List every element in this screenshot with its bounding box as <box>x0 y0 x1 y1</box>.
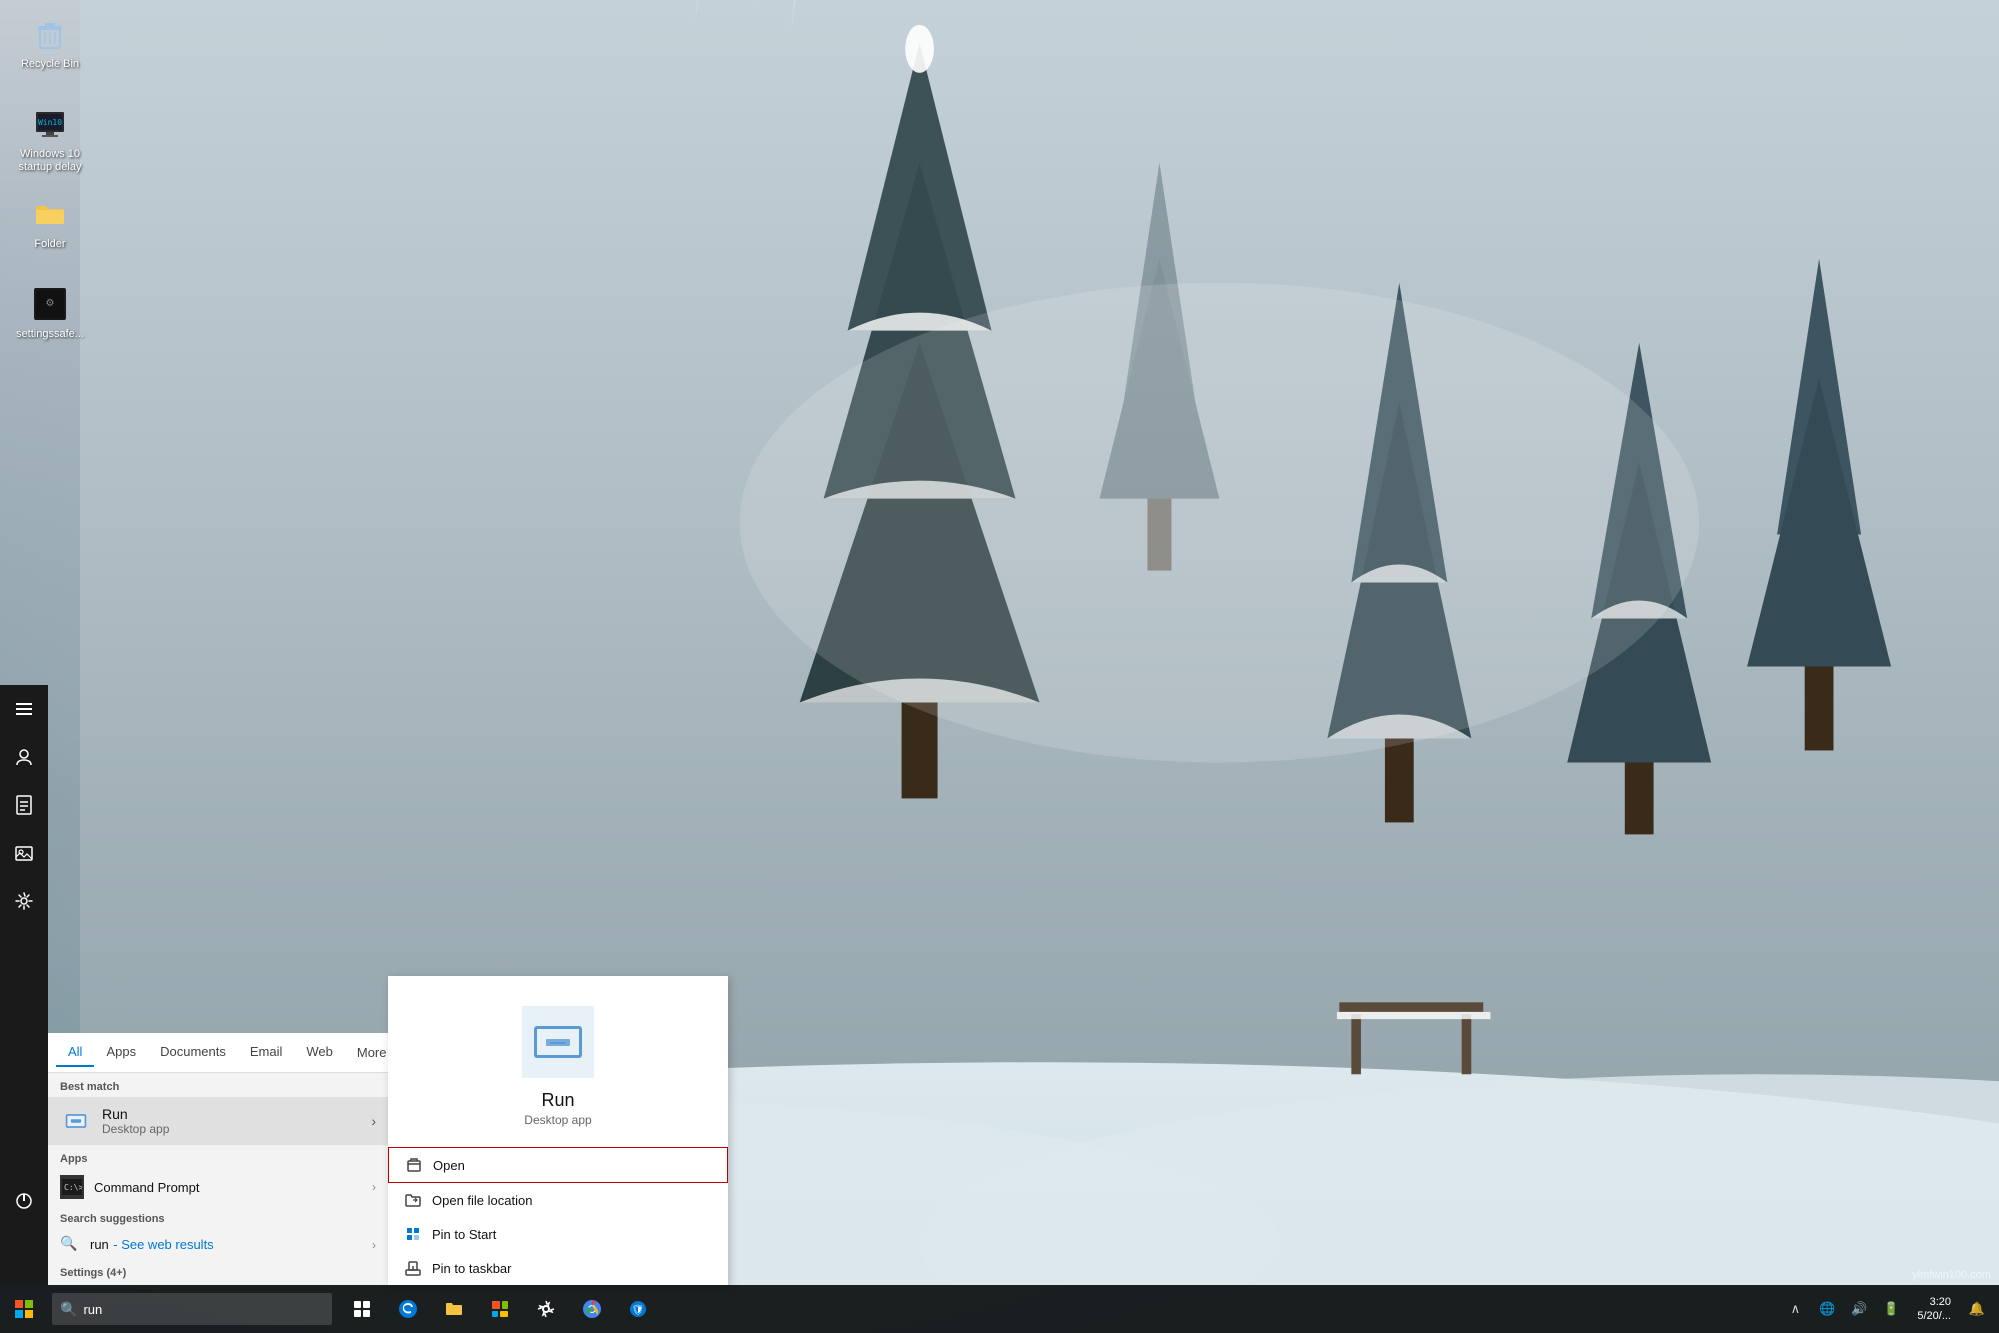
sidebar-photos[interactable] <box>0 829 48 877</box>
taskbar-search-icon: 🔍 <box>60 1301 77 1318</box>
run-app-name: Run <box>541 1090 574 1111</box>
sidebar-settings[interactable] <box>0 877 48 925</box>
tab-email[interactable]: Email <box>238 1038 295 1067</box>
best-match-text: Run Desktop app <box>102 1106 363 1136</box>
folder-icon <box>30 194 70 234</box>
tab-all[interactable]: All <box>56 1038 94 1067</box>
run-app-icon-large <box>522 1006 594 1078</box>
open-label: Open <box>433 1158 465 1173</box>
open-file-location-label: Open file location <box>432 1193 532 1208</box>
folder-label: Folder <box>34 238 65 251</box>
tab-apps[interactable]: Apps <box>94 1038 148 1067</box>
context-item-open-file-location[interactable]: Open file location <box>388 1183 728 1217</box>
desktop: Recycle Bin Win10 Windows 10 startup del… <box>0 0 1999 1333</box>
taskbar-store[interactable] <box>478 1287 522 1331</box>
taskbar-chrome[interactable] <box>570 1287 614 1331</box>
web-suggestion-text: run - See web results <box>90 1236 214 1254</box>
start-button[interactable] <box>0 1285 48 1333</box>
best-match-type: Desktop app <box>102 1122 363 1136</box>
win10-startup-label: Windows 10 startup delay <box>14 148 86 174</box>
recycle-bin-icon <box>30 14 70 54</box>
pin-to-start-icon <box>404 1225 422 1243</box>
taskbar: 🔍 run <box>0 1285 1999 1333</box>
context-item-pin-to-start[interactable]: Pin to Start <box>388 1217 728 1251</box>
taskbar-extra[interactable]: 🛡 <box>616 1287 660 1331</box>
tab-more-label: More <box>357 1045 387 1060</box>
start-sidebar <box>0 685 48 1285</box>
tab-web[interactable]: Web <box>294 1038 345 1067</box>
svg-text:⚙: ⚙ <box>46 298 55 309</box>
taskbar-edge[interactable] <box>386 1287 430 1331</box>
tab-documents[interactable]: Documents <box>148 1038 238 1067</box>
sidebar-user[interactable] <box>0 733 48 781</box>
search-suggestion-icon: 🔍 <box>60 1235 80 1255</box>
best-match-item[interactable]: Run Desktop app › <box>48 1097 388 1145</box>
settings-section-label: Settings (4+) <box>48 1261 388 1285</box>
clock-time: 3:20 <box>1930 1295 1951 1309</box>
sidebar-documents[interactable] <box>0 781 48 829</box>
settings-safe-icon: ⚙ <box>30 284 70 324</box>
tray-chevron[interactable]: ∧ <box>1781 1295 1809 1323</box>
desktop-icon-win10-startup[interactable]: Win10 Windows 10 startup delay <box>10 100 90 178</box>
sidebar-power[interactable] <box>0 1177 48 1225</box>
context-panel: Run Desktop app Open Open file locat <box>388 976 728 1285</box>
app-arrow-command-prompt: › <box>372 1180 376 1194</box>
svg-text:C:\>_: C:\>_ <box>64 1183 82 1192</box>
clock-date: 5/20/... <box>1917 1309 1951 1323</box>
best-match-arrow-icon: › <box>371 1113 376 1129</box>
command-prompt-icon: C:\>_ <box>60 1175 84 1199</box>
taskbar-settings[interactable] <box>524 1287 568 1331</box>
recycle-bin-label: Recycle Bin <box>21 58 79 71</box>
taskbar-clock[interactable]: 3:20 5/20/... <box>1909 1295 1959 1324</box>
svg-text:🛡: 🛡 <box>632 1304 645 1316</box>
best-match-name: Run <box>102 1106 363 1122</box>
context-item-open[interactable]: Open <box>388 1147 728 1183</box>
tray-notification[interactable]: 🔔 <box>1963 1295 1991 1323</box>
run-app-header: Run Desktop app <box>388 976 728 1147</box>
taskbar-items: 🛡 <box>340 1287 660 1331</box>
desktop-icon-settings-safe[interactable]: ⚙ settingssafe... <box>10 280 90 345</box>
desktop-icon-folder[interactable]: Folder <box>10 190 90 255</box>
open-file-location-icon <box>404 1191 422 1209</box>
tray-battery[interactable]: 🔋 <box>1877 1295 1905 1323</box>
run-app-icon-small <box>60 1105 92 1137</box>
pin-to-taskbar-icon <box>404 1259 422 1277</box>
app-item-command-prompt[interactable]: C:\>_ Command Prompt › <box>48 1169 388 1205</box>
app-name-command-prompt: Command Prompt <box>94 1180 372 1195</box>
tray-network[interactable]: 🌐 <box>1813 1295 1841 1323</box>
settings-safe-label: settingssafe... <box>16 328 84 341</box>
apps-section-label: Apps <box>48 1145 388 1169</box>
context-item-pin-to-taskbar[interactable]: Pin to taskbar <box>388 1251 728 1285</box>
pin-to-taskbar-label: Pin to taskbar <box>432 1261 512 1276</box>
sidebar-hamburger[interactable] <box>0 685 48 733</box>
taskbar-task-view[interactable] <box>340 1287 384 1331</box>
svg-text:Win10: Win10 <box>38 118 62 127</box>
search-tabs: All Apps Documents Email Web More ▼ Feed… <box>48 1033 388 1073</box>
watermark: ylmfwin100.com <box>1912 1269 1991 1281</box>
web-suggestion-arrow: › <box>372 1238 376 1252</box>
tray-volume[interactable]: 🔊 <box>1845 1295 1873 1323</box>
best-match-label: Best match <box>48 1073 388 1097</box>
pin-to-start-label: Pin to Start <box>432 1227 496 1242</box>
open-icon <box>405 1156 423 1174</box>
web-suggestion-run[interactable]: 🔍 run - See web results › <box>48 1229 388 1261</box>
run-app-type: Desktop app <box>524 1113 591 1127</box>
search-panel: All Apps Documents Email Web More ▼ Feed… <box>48 1033 388 1285</box>
taskbar-search-box[interactable]: 🔍 run <box>52 1293 332 1325</box>
taskbar-file-explorer[interactable] <box>432 1287 476 1331</box>
taskbar-search-text: run <box>83 1302 102 1317</box>
search-suggestions-label: Search suggestions <box>48 1205 388 1229</box>
taskbar-tray: ∧ 🌐 🔊 🔋 3:20 5/20/... 🔔 <box>1781 1295 1999 1324</box>
desktop-icon-recycle-bin[interactable]: Recycle Bin <box>10 10 90 75</box>
win10-startup-icon: Win10 <box>30 104 70 144</box>
